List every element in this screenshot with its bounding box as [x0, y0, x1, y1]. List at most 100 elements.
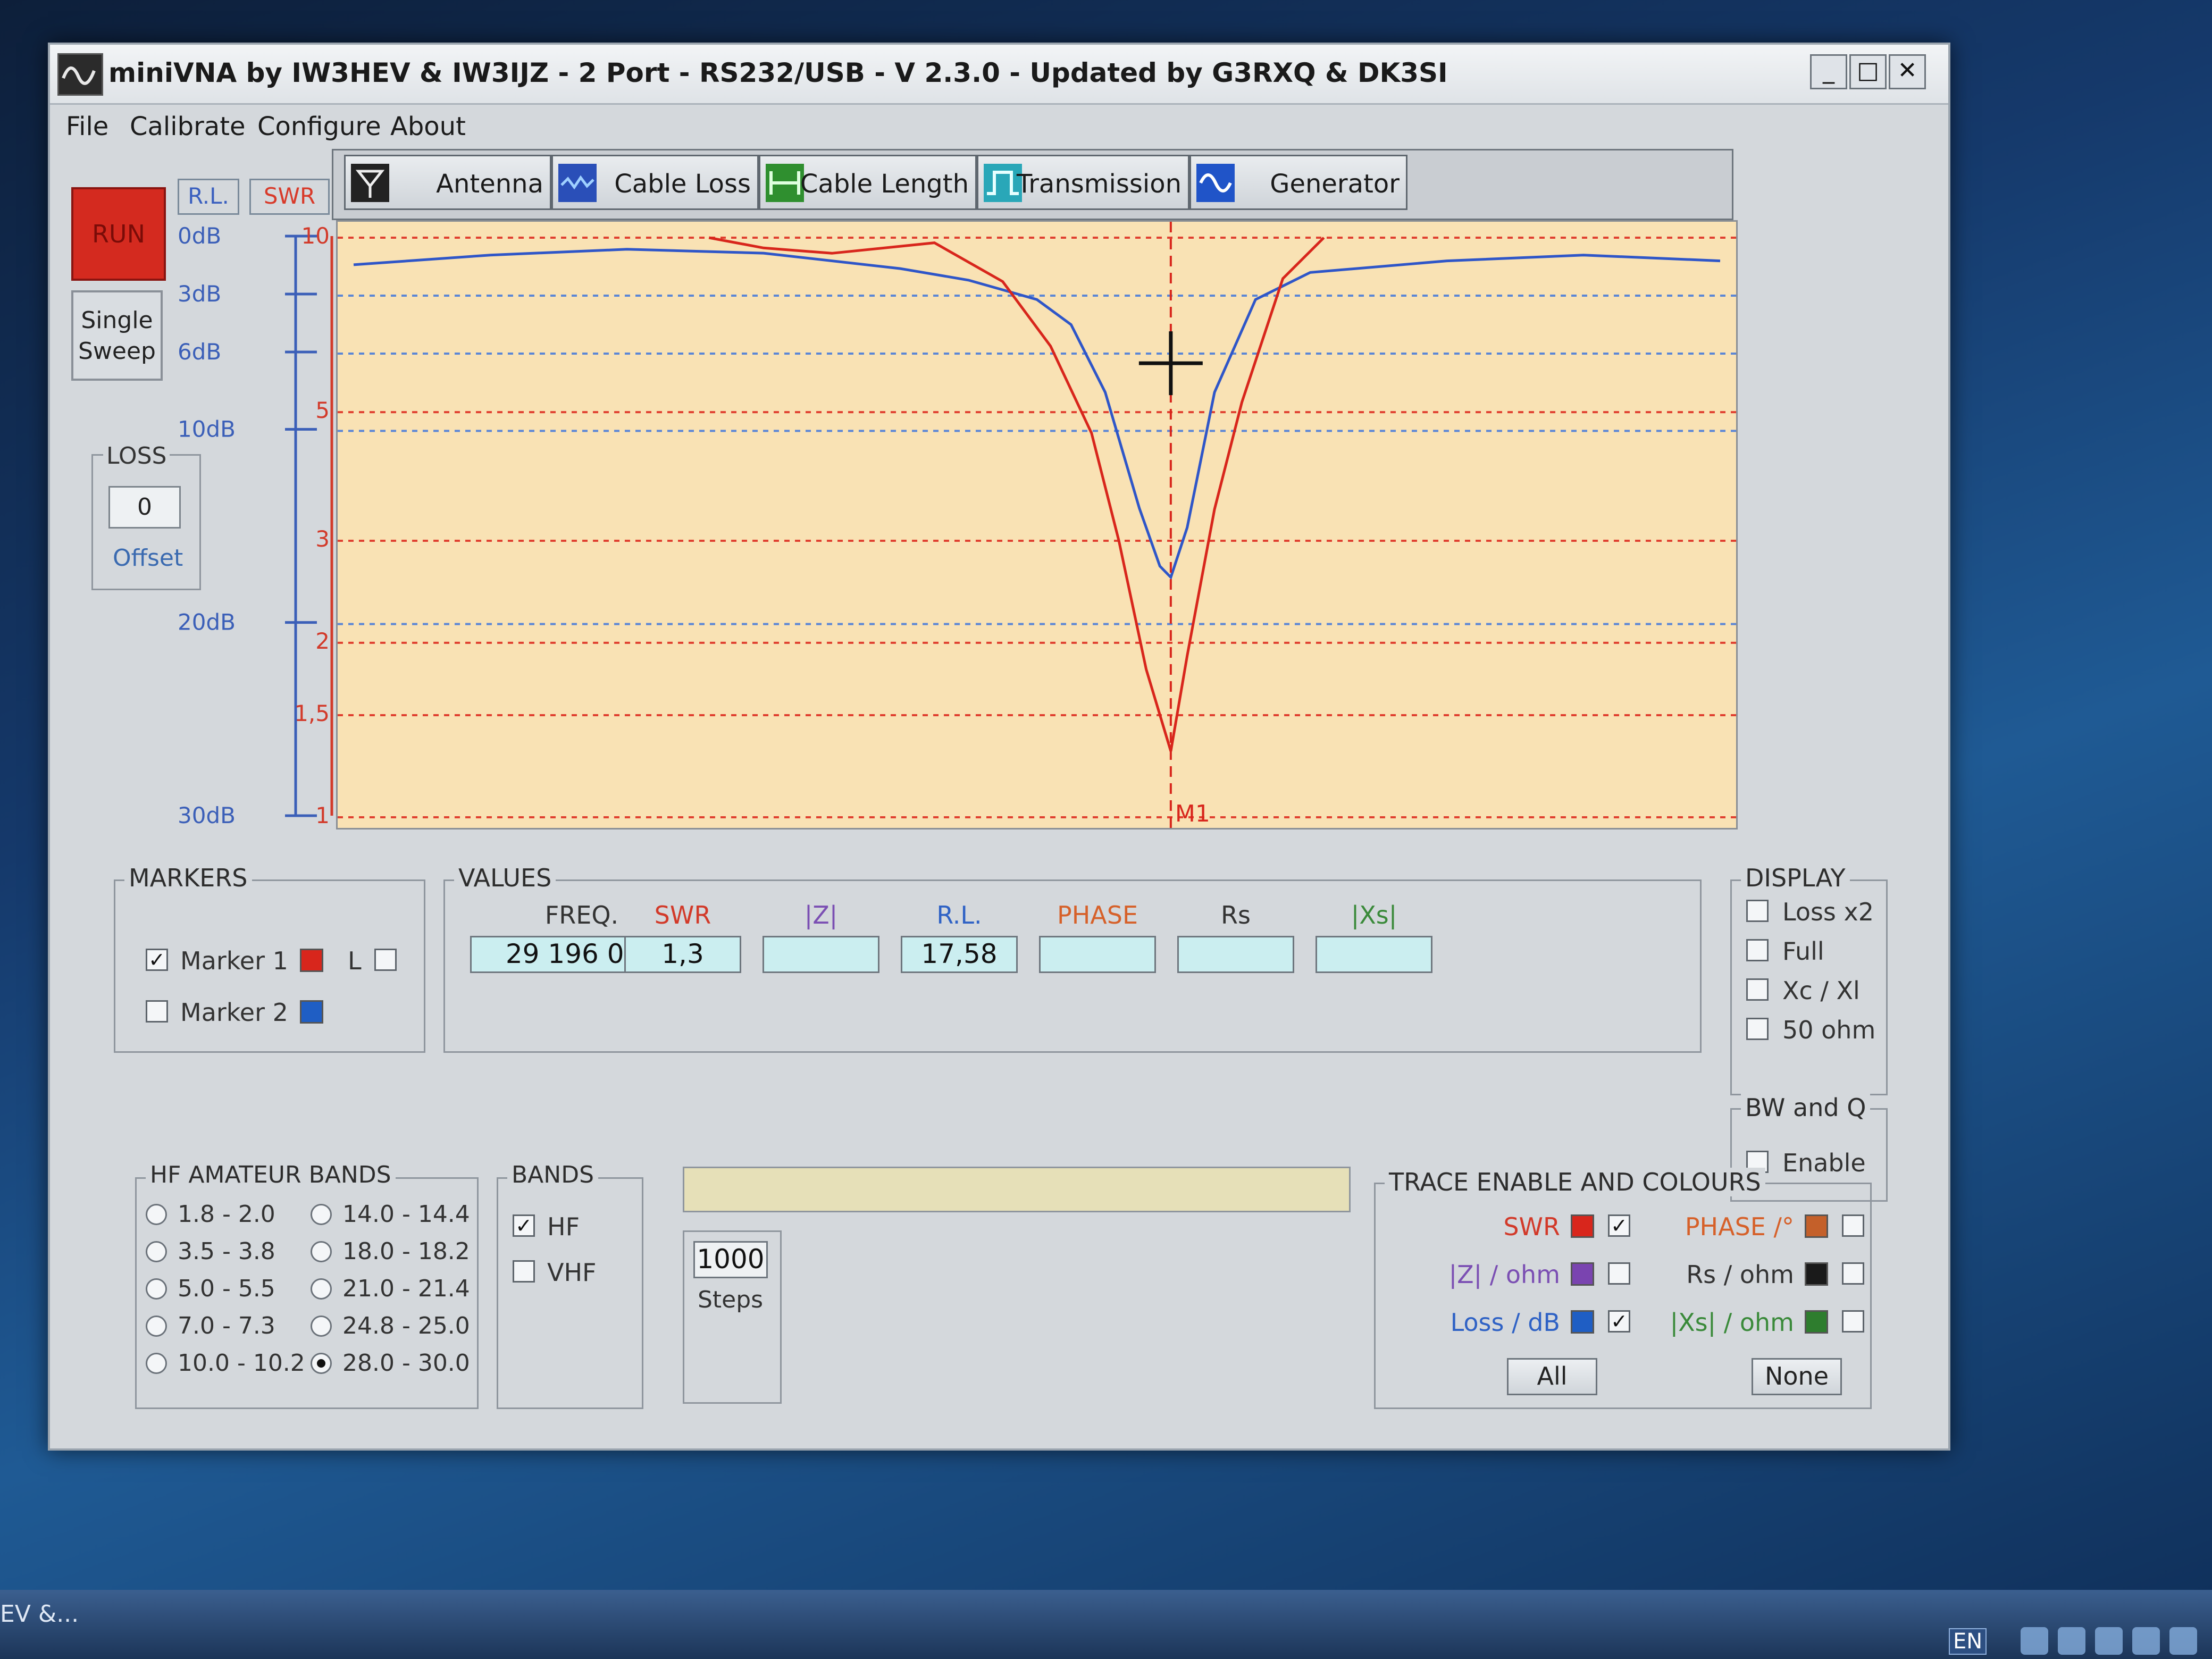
- display-option-checkbox[interactable]: [1746, 1018, 1769, 1040]
- antenna-icon: [351, 164, 389, 202]
- value-field: [1316, 936, 1432, 973]
- trace-label: PHASE /°: [1685, 1212, 1794, 1241]
- tab-transmission[interactable]: Transmission: [977, 155, 1189, 210]
- trace-enable-checkbox[interactable]: ✓: [1608, 1214, 1630, 1237]
- steps-label: Steps: [698, 1286, 764, 1313]
- loss-offset-input[interactable]: 0: [108, 486, 181, 529]
- steps-input[interactable]: 1000: [693, 1241, 768, 1278]
- maximize-button[interactable]: □: [1849, 54, 1887, 89]
- menu-bar: File Calibrate Configure About: [50, 104, 1948, 152]
- band-hf-label: HF: [547, 1212, 580, 1241]
- trace-color-swatch[interactable]: [1571, 1214, 1594, 1238]
- marker2-color-swatch[interactable]: [300, 1000, 323, 1024]
- hf-band-radio[interactable]: [146, 1353, 167, 1374]
- hf-band-radio[interactable]: [311, 1204, 332, 1225]
- hf-band-label: 21.0 - 21.4: [342, 1275, 470, 1302]
- markers-title: MARKERS: [124, 864, 252, 892]
- hf-band-label: 18.0 - 18.2: [342, 1238, 470, 1265]
- menu-calibrate[interactable]: Calibrate: [130, 112, 246, 141]
- trace-enable-checkbox[interactable]: [1608, 1262, 1630, 1285]
- swr-tick-label: 2: [315, 628, 330, 654]
- db-tick-label: 30dB: [178, 802, 236, 828]
- value-header: SWR: [654, 901, 711, 929]
- trace-color-swatch[interactable]: [1571, 1310, 1594, 1334]
- volume-icon[interactable]: [2169, 1627, 2197, 1655]
- sweep-plot-svg: M1: [338, 222, 1736, 828]
- display-option-checkbox[interactable]: [1746, 900, 1769, 922]
- hf-band-label: 14.0 - 14.4: [342, 1201, 470, 1228]
- trace-color-swatch[interactable]: [1571, 1262, 1594, 1286]
- sync-icon[interactable]: [2095, 1627, 2123, 1655]
- tab-cable-length[interactable]: Cable Length: [759, 155, 977, 210]
- db-tick-label: 20dB: [178, 609, 236, 635]
- value-header: |Xs|: [1351, 901, 1397, 929]
- marker1-color-swatch[interactable]: [300, 949, 323, 972]
- trace-color-swatch[interactable]: [1805, 1262, 1828, 1286]
- hf-band-radio[interactable]: [311, 1353, 332, 1374]
- marker2-checkbox[interactable]: [146, 1000, 168, 1023]
- value-field: [1177, 936, 1294, 973]
- trace-enable-checkbox[interactable]: [1842, 1310, 1864, 1333]
- hf-band-label: 3.5 - 3.8: [178, 1238, 275, 1265]
- sweep-plot[interactable]: M1: [336, 220, 1738, 830]
- close-button[interactable]: ✕: [1889, 54, 1926, 89]
- single-sweep-label-2: Sweep: [78, 338, 156, 365]
- tab-antenna-label: Antenna: [436, 169, 543, 199]
- title-bar[interactable]: miniVNA by IW3HEV & IW3IJZ - 2 Port - RS…: [50, 45, 1948, 105]
- tab-antenna[interactable]: Antenna: [344, 155, 551, 210]
- display-option-checkbox[interactable]: [1746, 978, 1769, 1001]
- language-indicator[interactable]: EN: [1949, 1628, 1987, 1655]
- swr-tick-label: 3: [315, 526, 330, 552]
- hf-band-label: 24.8 - 25.0: [342, 1312, 470, 1339]
- trace-none-button[interactable]: None: [1752, 1358, 1842, 1395]
- rl-toggle[interactable]: R.L.: [178, 179, 239, 215]
- value-header: Rs: [1221, 901, 1251, 929]
- trace-enable-checkbox[interactable]: [1842, 1262, 1864, 1285]
- plot-traces: [353, 236, 1721, 752]
- db-tick-label: 6dB: [178, 339, 221, 365]
- tab-cable-loss[interactable]: Cable Loss: [551, 155, 759, 210]
- trace-all-button[interactable]: All: [1507, 1358, 1597, 1395]
- hf-band-radio[interactable]: [311, 1316, 332, 1337]
- trace-color-swatch[interactable]: [1805, 1214, 1828, 1238]
- minimize-button[interactable]: _: [1810, 54, 1847, 89]
- plot-grid: [338, 237, 1736, 818]
- tab-generator[interactable]: Generator: [1189, 155, 1407, 210]
- trace-color-swatch[interactable]: [1805, 1310, 1828, 1334]
- hf-band-radio[interactable]: [146, 1204, 167, 1225]
- value-header: |Z|: [804, 901, 838, 929]
- flag-icon[interactable]: [2132, 1627, 2160, 1655]
- menu-about[interactable]: About: [390, 112, 466, 141]
- hf-band-radio[interactable]: [146, 1316, 167, 1337]
- swr-tick-label: 1: [315, 802, 330, 828]
- menu-file[interactable]: File: [66, 112, 108, 141]
- taskbar-item[interactable]: EV &...: [0, 1601, 79, 1628]
- value-header: PHASE: [1057, 901, 1138, 929]
- value-header: R.L.: [936, 901, 982, 929]
- hf-band-radio[interactable]: [311, 1278, 332, 1300]
- band-vhf-checkbox[interactable]: [513, 1260, 535, 1283]
- signal-generator-icon: [1196, 164, 1235, 202]
- marker2-label: Marker 2: [180, 998, 288, 1027]
- mode-tab-bar: Antenna Cable Loss Cable Length Transmis…: [332, 149, 1733, 220]
- network-icon[interactable]: [2021, 1627, 2048, 1655]
- marker1-checkbox[interactable]: ✓: [146, 949, 168, 971]
- folder-icon[interactable]: [2058, 1627, 2085, 1655]
- bands-title: BANDS: [507, 1161, 599, 1188]
- band-hf-checkbox[interactable]: ✓: [513, 1214, 535, 1237]
- trace-enable-checkbox[interactable]: [1842, 1214, 1864, 1237]
- marker-l-checkbox[interactable]: [374, 949, 397, 971]
- run-button[interactable]: RUN: [71, 187, 166, 281]
- hf-band-radio[interactable]: [146, 1241, 167, 1262]
- tab-cable-loss-label: Cable Loss: [614, 169, 751, 199]
- bwq-title: BW and Q: [1741, 1093, 1871, 1122]
- display-option-checkbox[interactable]: [1746, 939, 1769, 961]
- swr-toggle[interactable]: SWR: [249, 179, 330, 215]
- value-field: 17,58: [901, 936, 1018, 973]
- single-sweep-button[interactable]: Single Sweep: [71, 290, 163, 381]
- hf-band-label: 7.0 - 7.3: [178, 1312, 275, 1339]
- trace-enable-checkbox[interactable]: ✓: [1608, 1310, 1630, 1333]
- hf-band-radio[interactable]: [146, 1278, 167, 1300]
- menu-configure[interactable]: Configure: [257, 112, 381, 141]
- hf-band-radio[interactable]: [311, 1241, 332, 1262]
